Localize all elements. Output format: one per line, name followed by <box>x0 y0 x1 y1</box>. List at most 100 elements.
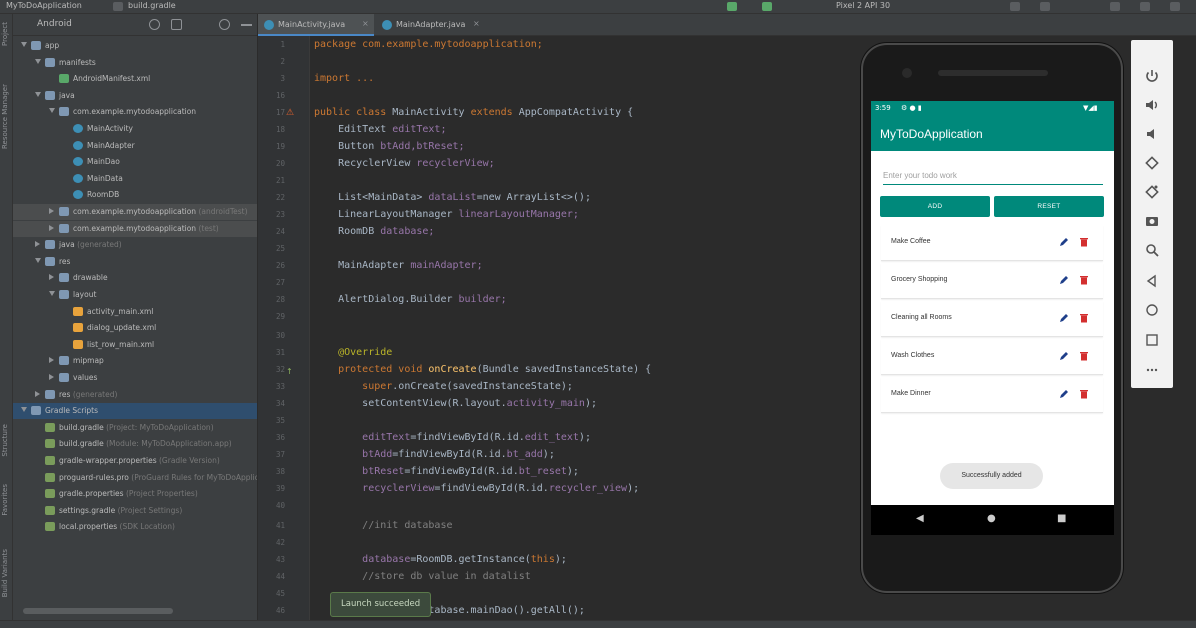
project-view-selector[interactable]: Android <box>37 19 72 29</box>
tree-item[interactable]: com.example.mytodoapplication <box>13 104 257 120</box>
tree-item[interactable]: AndroidManifest.xml <box>13 71 257 87</box>
tree-item[interactable]: Gradle Scripts <box>13 403 257 420</box>
tree-item[interactable]: app <box>13 38 257 54</box>
tab-main-adapter[interactable]: MainAdapter.java × <box>376 14 486 36</box>
back-icon[interactable]: ◀ <box>916 513 924 524</box>
tree-item[interactable]: build.gradle (Project: MyToDoApplication… <box>13 420 257 436</box>
power-icon[interactable] <box>1144 68 1160 84</box>
chevron-right-icon[interactable] <box>49 224 54 231</box>
chevron-down-icon[interactable] <box>49 291 55 296</box>
delete-icon[interactable] <box>1078 350 1090 362</box>
edit-icon[interactable] <box>1058 312 1070 324</box>
tree-item[interactable]: list_row_main.xml <box>13 337 257 353</box>
add-button[interactable]: ADD <box>880 196 990 217</box>
chevron-down-icon[interactable] <box>35 58 41 64</box>
tree-item[interactable]: drawable <box>13 270 257 286</box>
recents-icon[interactable]: ■ <box>1057 513 1066 524</box>
edit-icon[interactable] <box>1058 274 1070 286</box>
settings-icon[interactable] <box>1170 2 1180 11</box>
tool-tab-structure[interactable]: Structure <box>1 424 9 457</box>
tree-item[interactable]: MainDao <box>13 154 257 170</box>
tree-item[interactable]: MainAdapter <box>13 138 257 154</box>
tree-item[interactable]: res (generated) <box>13 387 257 403</box>
avd-manager-icon[interactable] <box>1040 2 1050 11</box>
delete-icon[interactable] <box>1078 388 1090 400</box>
project-scrollbar[interactable] <box>13 608 257 614</box>
chevron-down-icon[interactable] <box>35 257 41 263</box>
launch-toast[interactable]: Launch succeeded <box>330 592 432 617</box>
overview-icon[interactable] <box>1144 332 1160 348</box>
tree-item[interactable]: com.example.mytodoapplication (test) <box>13 220 257 237</box>
breadcrumb-file[interactable]: build.gradle <box>128 1 176 10</box>
volume-down-icon[interactable] <box>1144 126 1160 142</box>
tool-tab-build-variants[interactable]: Build Variants <box>1 549 9 597</box>
chevron-right-icon[interactable] <box>35 241 40 248</box>
code-import[interactable]: import ... <box>314 73 374 84</box>
edit-icon[interactable] <box>1058 388 1070 400</box>
search-icon[interactable] <box>1140 2 1150 11</box>
camera-icon[interactable] <box>1144 213 1160 229</box>
close-icon[interactable]: × <box>473 19 480 28</box>
sdk-manager-icon[interactable] <box>1110 2 1120 11</box>
back-icon[interactable] <box>1144 273 1160 289</box>
tree-item[interactable]: gradle.properties (Project Properties) <box>13 486 257 502</box>
gear-icon[interactable] <box>219 19 230 30</box>
tree-item[interactable]: java <box>13 88 257 104</box>
tree-item[interactable]: proguard-rules.pro (ProGuard Rules for M… <box>13 470 257 486</box>
tree-item[interactable]: build.gradle (Module: MyToDoApplication.… <box>13 436 257 452</box>
delete-icon[interactable] <box>1078 236 1090 248</box>
chevron-down-icon[interactable] <box>21 407 27 413</box>
tree-item[interactable]: values <box>13 370 257 386</box>
tool-tab-resource-manager[interactable]: Resource Manager <box>1 84 9 149</box>
more-icon[interactable] <box>1144 362 1160 378</box>
todo-input[interactable] <box>883 167 1103 185</box>
tree-item[interactable]: com.example.mytodoapplication (androidTe… <box>13 204 257 220</box>
tree-item[interactable]: layout <box>13 287 257 303</box>
tree-item[interactable]: java (generated) <box>13 237 257 253</box>
close-icon[interactable]: × <box>362 19 369 28</box>
tree-item[interactable]: MainActivity <box>13 121 257 137</box>
delete-icon[interactable] <box>1078 312 1090 324</box>
tool-tab-favorites[interactable]: Favorites <box>1 484 9 516</box>
tree-item[interactable]: RoomDB <box>13 187 257 203</box>
edit-icon[interactable] <box>1058 236 1070 248</box>
chevron-right-icon[interactable] <box>49 357 54 364</box>
rotate-left-icon[interactable] <box>1144 155 1160 171</box>
collapse-all-icon[interactable] <box>171 19 182 30</box>
warning-icon[interactable]: ⚠ <box>286 108 294 118</box>
chevron-right-icon[interactable] <box>49 208 54 214</box>
tree-item[interactable]: res <box>13 254 257 270</box>
tree-item[interactable]: gradle-wrapper.properties (Gradle Versio… <box>13 453 257 469</box>
breadcrumb-project[interactable]: MyToDoApplication <box>6 1 82 10</box>
edit-icon[interactable] <box>1058 350 1070 362</box>
tab-main-activity[interactable]: MainActivity.java × <box>258 14 374 36</box>
chevron-down-icon[interactable] <box>21 42 27 47</box>
tree-item[interactable]: activity_main.xml <box>13 304 257 320</box>
zoom-icon[interactable] <box>1144 242 1160 258</box>
app-config-icon[interactable] <box>762 2 772 11</box>
tree-item[interactable]: dialog_update.xml <box>13 320 257 336</box>
chevron-down-icon[interactable] <box>49 108 55 114</box>
hammer-icon[interactable] <box>727 2 737 11</box>
delete-icon[interactable] <box>1078 274 1090 286</box>
tree-item[interactable]: local.properties (SDK Location) <box>13 519 257 535</box>
device-selector[interactable]: Pixel 2 API 30 <box>836 1 890 10</box>
tree-item[interactable]: mipmap <box>13 353 257 369</box>
chevron-down-icon[interactable] <box>35 91 41 97</box>
tool-tab-project[interactable]: Project <box>1 22 9 46</box>
chevron-right-icon[interactable] <box>49 374 54 380</box>
chevron-right-icon[interactable] <box>35 390 40 397</box>
tree-item[interactable]: settings.gradle (Project Settings) <box>13 503 257 519</box>
volume-up-icon[interactable] <box>1144 97 1160 113</box>
reset-button[interactable]: RESET <box>994 196 1104 217</box>
chevron-right-icon[interactable] <box>49 274 54 281</box>
tree-item[interactable]: MainData <box>13 171 257 187</box>
override-gutter-icon[interactable]: ↑ <box>286 367 293 376</box>
home-icon[interactable] <box>1144 302 1160 318</box>
emulator-screen[interactable]: 3:59 ⚙ ● ▮ ▼◢▮ MyToDoApplication ADD RES… <box>871 101 1114 531</box>
locate-icon[interactable] <box>149 19 160 30</box>
rotate-right-icon[interactable] <box>1144 184 1160 200</box>
home-icon[interactable]: ● <box>987 513 996 524</box>
hide-icon[interactable] <box>241 24 252 26</box>
tree-item[interactable]: manifests <box>13 55 257 71</box>
